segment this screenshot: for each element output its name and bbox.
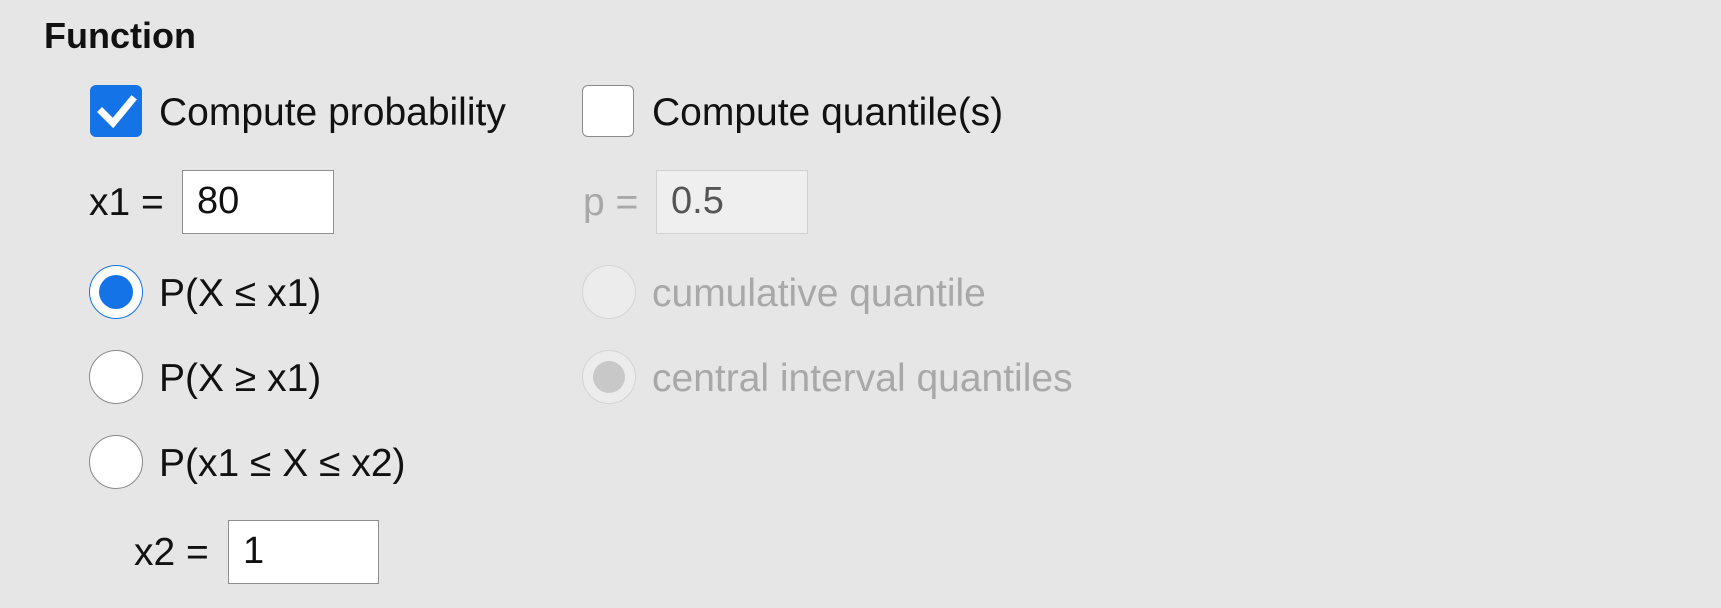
p-label: p = — [583, 181, 639, 224]
compute-probability-checkbox[interactable] — [90, 85, 142, 137]
x2-label: x2 = — [134, 531, 209, 574]
radio-p-between-x1-x2[interactable] — [89, 435, 143, 489]
p-input[interactable]: 0.5 — [656, 170, 808, 234]
radio-p-less-equal-x1-label: P(X ≤ x1) — [159, 272, 322, 315]
radio-p-greater-equal-x1[interactable] — [89, 350, 143, 404]
radio-central-interval-quantiles-label: central interval quantiles — [652, 357, 1073, 400]
section-title: Function — [44, 15, 196, 56]
compute-probability-label: Compute probability — [159, 91, 506, 134]
radio-cumulative-quantile-label: cumulative quantile — [652, 272, 986, 315]
checkmark-icon — [97, 95, 137, 129]
radio-p-less-equal-x1[interactable] — [89, 265, 143, 319]
compute-quantile-label: Compute quantile(s) — [652, 91, 1004, 134]
radio-central-interval-quantiles[interactable] — [582, 350, 636, 404]
radio-p-greater-equal-x1-label: P(X ≥ x1) — [159, 357, 322, 400]
x1-input[interactable]: 80 — [182, 170, 334, 234]
x1-label: x1 = — [89, 181, 164, 224]
compute-quantile-checkbox[interactable] — [582, 85, 634, 137]
radio-p-between-x1-x2-label: P(x1 ≤ X ≤ x2) — [159, 442, 406, 485]
x2-input[interactable]: 1 — [228, 520, 379, 584]
radio-cumulative-quantile[interactable] — [582, 265, 636, 319]
